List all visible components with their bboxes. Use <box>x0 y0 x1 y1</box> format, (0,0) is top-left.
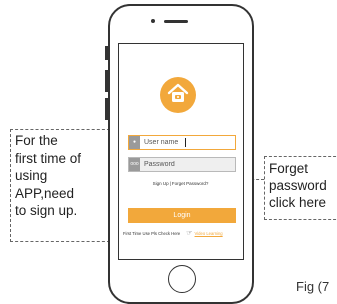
link-separator: | <box>169 181 171 186</box>
side-button <box>105 70 108 92</box>
video-learning-link[interactable]: Video Learning <box>195 231 223 236</box>
callout-forget-password: Forget password click here <box>264 156 337 220</box>
login-button[interactable]: Login <box>128 208 236 223</box>
callout-line: click here <box>269 195 327 210</box>
text-caret <box>185 138 186 147</box>
home-button[interactable] <box>168 265 196 293</box>
help-row: First Time Use Pls Check Here ☞ Video Le… <box>123 230 243 237</box>
callout-line: password <box>269 178 327 193</box>
account-links: Sign Up|Forget Password? <box>119 181 242 186</box>
house-logo-icon <box>160 77 196 113</box>
figure-label: Fig (7 <box>296 279 330 294</box>
callout-line: first time of <box>15 150 82 166</box>
sign-up-link[interactable]: Sign Up <box>153 181 169 186</box>
callout-line: APP,need <box>15 185 75 201</box>
side-button <box>105 98 108 120</box>
user-icon: ● <box>129 136 140 149</box>
side-button <box>105 46 108 60</box>
phone-frame: ● ooo Sign Up|Forget Password? Login Fir… <box>105 4 254 304</box>
password-input[interactable] <box>140 158 235 171</box>
callout-line: using <box>15 168 48 183</box>
username-input[interactable] <box>140 136 235 149</box>
username-field[interactable]: ● <box>128 135 236 150</box>
camera-dot <box>151 19 155 23</box>
first-time-hint: First Time Use Pls Check Here <box>123 231 181 236</box>
lock-icon: ooo <box>129 158 140 171</box>
callout-first-time-signup: For the first time of using APP,need to … <box>10 129 110 242</box>
callout-line: For the <box>15 133 58 148</box>
app-login-screen: ● ooo Sign Up|Forget Password? Login Fir… <box>118 43 244 260</box>
callout-line: to sign up. <box>15 203 78 218</box>
pointing-hand-icon: ☞ <box>186 230 193 237</box>
speaker-grille <box>164 20 188 23</box>
forget-password-link[interactable]: Forget Password? <box>172 181 209 186</box>
password-field[interactable]: ooo <box>128 157 236 172</box>
callout-line: Forget <box>269 161 309 176</box>
